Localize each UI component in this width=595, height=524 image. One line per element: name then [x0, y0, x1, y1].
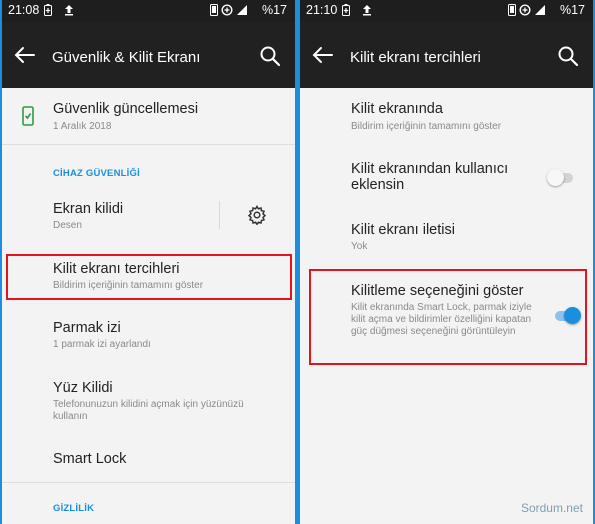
status-time: 21:08 — [8, 3, 40, 17]
battery-saver-icon — [342, 4, 350, 19]
security-update-date: 1 Aralık 2018 — [53, 121, 112, 132]
app-bar: Güvenlik & Kilit Ekranı — [2, 22, 295, 88]
screen-lock-subtitle: Desen — [53, 220, 82, 231]
highlight-box — [6, 254, 292, 300]
on-lock-screen-title: Kilit ekranında — [351, 101, 443, 117]
watermark: Sordum.net — [520, 501, 583, 515]
right-screen: 21:10 %17 Kilit ekranı tercihleri Kilit … — [300, 0, 593, 524]
vertical-divider — [219, 201, 220, 229]
app-bar: Kilit ekranı tercihleri — [300, 22, 593, 88]
battery-level: %17 — [261, 3, 287, 17]
status-time: 21:10 — [306, 3, 338, 17]
page-title: Güvenlik & Kilit Ekranı — [52, 49, 201, 66]
left-screen: 21:08 %17 Güvenlik & Kilit Ekranı Güvenl… — [2, 0, 295, 524]
face-unlock-title: Yüz Kilidi — [53, 380, 113, 396]
on-lock-screen-subtitle: Bildirim içeriğinin tamamını göster — [351, 121, 502, 132]
page-title: Kilit ekranı tercihleri — [350, 49, 481, 66]
divider — [2, 482, 295, 483]
lock-message-title: Kilit ekranı iletisi — [351, 222, 455, 238]
battery-level: %17 — [559, 3, 585, 17]
status-bar: 21:08 %17 — [2, 0, 295, 22]
add-users-title: Kilit ekranından kullanıcı eklensin — [351, 161, 509, 193]
lock-message-subtitle: Yok — [351, 241, 368, 252]
toggle-knob — [547, 169, 564, 186]
search-icon[interactable] — [557, 45, 579, 67]
signal-icon — [236, 4, 248, 19]
back-arrow-icon[interactable] — [14, 46, 36, 64]
back-arrow-icon[interactable] — [312, 46, 334, 64]
search-icon[interactable] — [259, 45, 281, 67]
vibrate-icon — [210, 4, 218, 19]
data-saver-icon — [221, 4, 233, 19]
battery-saver-icon — [44, 4, 52, 19]
smart-lock-title: Smart Lock — [53, 451, 127, 467]
signal-icon — [534, 4, 546, 19]
section-header-privacy: GİZLİLİK — [53, 503, 95, 514]
fingerprint-title: Parmak izi — [53, 320, 121, 336]
vibrate-icon — [508, 4, 516, 19]
add-users-toggle[interactable] — [547, 167, 575, 187]
security-update-title: Güvenlik güncellemesi — [53, 101, 199, 117]
upload-icon — [362, 4, 372, 19]
section-header-device-security: CİHAZ GÜVENLİĞİ — [53, 168, 140, 179]
gear-icon[interactable] — [247, 205, 267, 230]
divider — [2, 144, 295, 145]
fingerprint-subtitle: 1 parmak izi ayarlandı — [53, 339, 151, 350]
screen-lock-title: Ekran kilidi — [53, 201, 124, 217]
highlight-box — [309, 269, 587, 365]
face-unlock-subtitle: Telefonunuzun kilidini açmak için yüzünü… — [53, 399, 244, 422]
upload-icon — [64, 4, 74, 19]
phone-check-icon — [22, 106, 34, 131]
data-saver-icon — [519, 4, 531, 19]
status-bar: 21:10 %17 — [300, 0, 593, 22]
